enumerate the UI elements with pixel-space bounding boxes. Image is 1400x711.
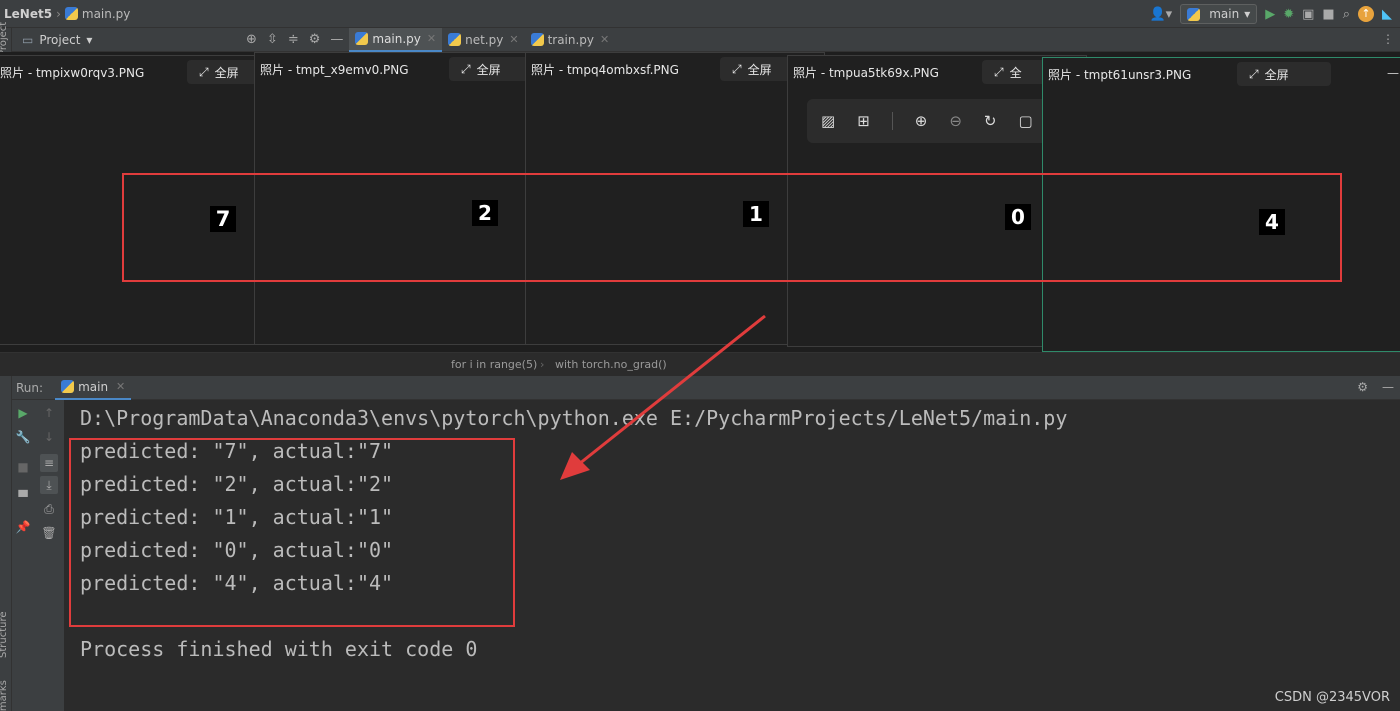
annotation-arrow <box>560 314 766 480</box>
annotation-arrow-line <box>573 314 766 470</box>
annotation-arrow-head <box>560 452 590 480</box>
ide-window: LeNet5 › main.py 👤▾ main ▾ ▶ ✹ ▣ ■ ⌕ ↑ ◣… <box>0 0 1400 711</box>
